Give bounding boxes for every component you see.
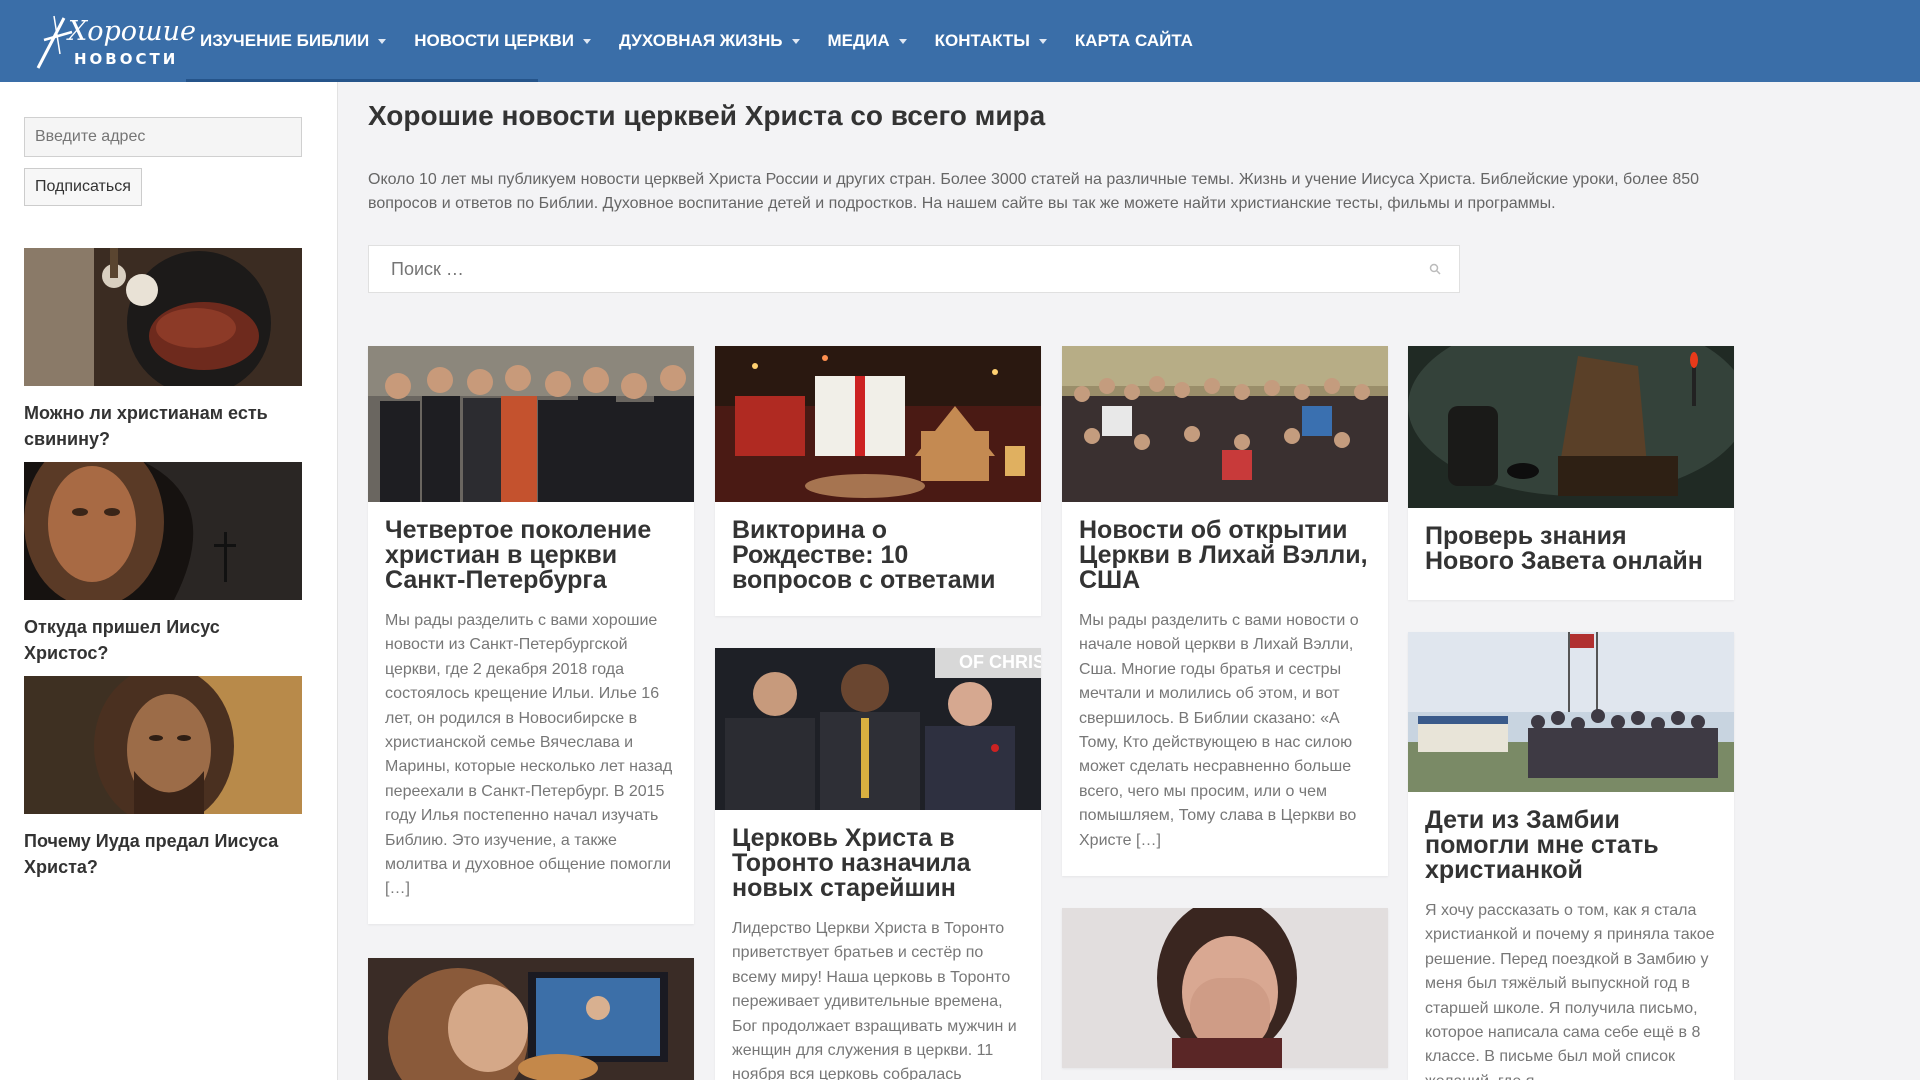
nav-item-label: КАРТА САЙТА (1074, 31, 1193, 50)
chevron-down-icon (791, 38, 800, 44)
nav-item-bible-study[interactable]: ИЗУЧЕНИЕ БИБЛИИ (200, 0, 387, 82)
crying-woman-photo[interactable] (1062, 908, 1388, 1068)
card-excerpt: Лидерство Церкви Христа в Торонто привет… (732, 920, 1017, 1080)
search-box (368, 245, 1460, 293)
excerpt-text: Мы рады разделить с вами хорошие новости… (385, 612, 673, 874)
judas-portrait[interactable] (24, 676, 302, 814)
card-excerpt: Мы рады разделить с вами новости о начал… (1079, 609, 1371, 853)
card-body: Церковь Христа в Торонто назначила новых… (715, 810, 1041, 1080)
main-nav: ИЗУЧЕНИЕ БИБЛИИ НОВОСТИ ЦЕРКВИ ДУХОВНАЯ … (200, 0, 1221, 82)
sidebar-post-title[interactable]: Почему Иуда предал Иисуса Христа? (24, 828, 302, 880)
post-card (368, 958, 694, 1080)
site-header: Хорошие НОВОСТИ ИЗУЧЕНИЕ БИБЛИИ НОВОСТИ … (0, 0, 1920, 82)
site-logo[interactable]: Хорошие НОВОСТИ (30, 10, 196, 74)
subscribe-email-input[interactable] (24, 117, 302, 157)
card-title[interactable]: Викторина о Рождестве: 10 вопросов с отв… (732, 518, 1024, 593)
jesus-portrait[interactable] (24, 462, 302, 600)
card-body: Новости об открытии Церкви в Лихай Вэлли… (1062, 502, 1388, 853)
read-more-link[interactable]: […] (1136, 832, 1161, 849)
chevron-down-icon (1038, 38, 1047, 44)
excerpt-text: Мы рады разделить с вами новости о начал… (1079, 612, 1359, 849)
sidebar: Подписаться Можно ли христианам есть сви… (0, 82, 338, 1080)
logo-text-bottom: НОВОСТИ (74, 50, 179, 68)
congregation-photo[interactable] (1062, 346, 1388, 502)
card-title[interactable]: Новости об открытии Церкви в Лихай Вэлли… (1079, 518, 1371, 593)
card-body: Викторина о Рождестве: 10 вопросов с отв… (715, 502, 1041, 593)
card-excerpt: Я хочу рассказать о том, как я стала хри… (1425, 902, 1715, 1080)
nav-item-spiritual-life[interactable]: ДУХОВНАЯ ЖИЗНЬ (619, 0, 800, 82)
post-card (1062, 908, 1388, 1068)
card-title[interactable]: Церковь Христа в Торонто назначила новых… (732, 826, 1024, 901)
sidebar-post-title[interactable]: Откуда пришел Иисус Христос? (24, 614, 302, 666)
zambia-children-photo[interactable] (1408, 632, 1734, 792)
nav-item-label: ДУХОВНАЯ ЖИЗНЬ (618, 31, 783, 50)
nav-item-church-news[interactable]: НОВОСТИ ЦЕРКВИ (414, 0, 591, 82)
nav-item-contacts[interactable]: КОНТАКТЫ (935, 0, 1047, 82)
card-body: Четвертое поколение христиан в церкви Са… (368, 502, 694, 902)
search-input[interactable] (369, 246, 1409, 292)
card-title[interactable]: Проверь знания Нового Завета онлайн (1425, 524, 1717, 574)
card-body: Проверь знания Нового Завета онлайн (1408, 508, 1734, 574)
chevron-down-icon (582, 38, 591, 44)
nav-item-sitemap[interactable]: КАРТА САЙТА (1075, 0, 1193, 82)
chevron-down-icon (898, 38, 907, 44)
nav-item-media[interactable]: МЕДИА (828, 0, 907, 82)
card-body: Дети из Замбии помогли мне стать христиа… (1408, 792, 1734, 1080)
read-more-link[interactable]: […] (385, 880, 410, 897)
search-icon[interactable] (1429, 263, 1441, 275)
post-card: Викторина о Рождестве: 10 вопросов с отв… (715, 346, 1041, 616)
sidebar-post-title[interactable]: Можно ли христианам есть свинину? (24, 400, 302, 452)
woman-tv-photo[interactable] (368, 958, 694, 1080)
nav-item-label: МЕДИА (827, 31, 890, 50)
post-card: Четвертое поколение христиан в церкви Са… (368, 346, 694, 924)
post-card: OF CHRIS Церковь Христа в Торонто назнач… (715, 648, 1041, 1080)
chevron-down-icon (378, 38, 387, 44)
meat-photo[interactable] (24, 248, 302, 386)
card-excerpt: Мы рады разделить с вами хорошие новости… (385, 609, 677, 902)
logo-text-top: Хорошие (68, 16, 196, 47)
sidebar-post: Можно ли христианам есть свинину? (24, 248, 302, 452)
intro-text: Около 10 лет мы публикуем новости церкве… (368, 171, 1700, 212)
page-title: Хорошие новости церквей Христа со всего … (368, 100, 1046, 131)
post-card: Дети из Замбии помогли мне стать христиа… (1408, 632, 1734, 1080)
old-books-candle-photo[interactable] (1408, 346, 1734, 508)
nav-item-label: КОНТАКТЫ (934, 31, 1030, 50)
three-elders-photo[interactable]: OF CHRIS (715, 648, 1041, 810)
subscribe-button[interactable]: Подписаться (24, 168, 142, 206)
post-card: Проверь знания Нового Завета онлайн (1408, 346, 1734, 600)
card-title[interactable]: Четвертое поколение христиан в церкви Са… (385, 518, 677, 593)
nav-item-label: ИЗУЧЕНИЕ БИБЛИИ (200, 31, 370, 50)
card-title[interactable]: Дети из Замбии помогли мне стать христиа… (1425, 808, 1717, 883)
sidebar-post: Почему Иуда предал Иисуса Христа? (24, 676, 302, 880)
photo-banner-text: OF CHRIS (959, 652, 1041, 672)
nav-item-label: НОВОСТИ ЦЕРКВИ (414, 31, 574, 50)
young-men-group-photo[interactable] (368, 346, 694, 502)
sidebar-post: Откуда пришел Иисус Христос? (24, 462, 302, 666)
christmas-gifts-photo[interactable] (715, 346, 1041, 502)
post-card: Новости об открытии Церкви в Лихай Вэлли… (1062, 346, 1388, 876)
